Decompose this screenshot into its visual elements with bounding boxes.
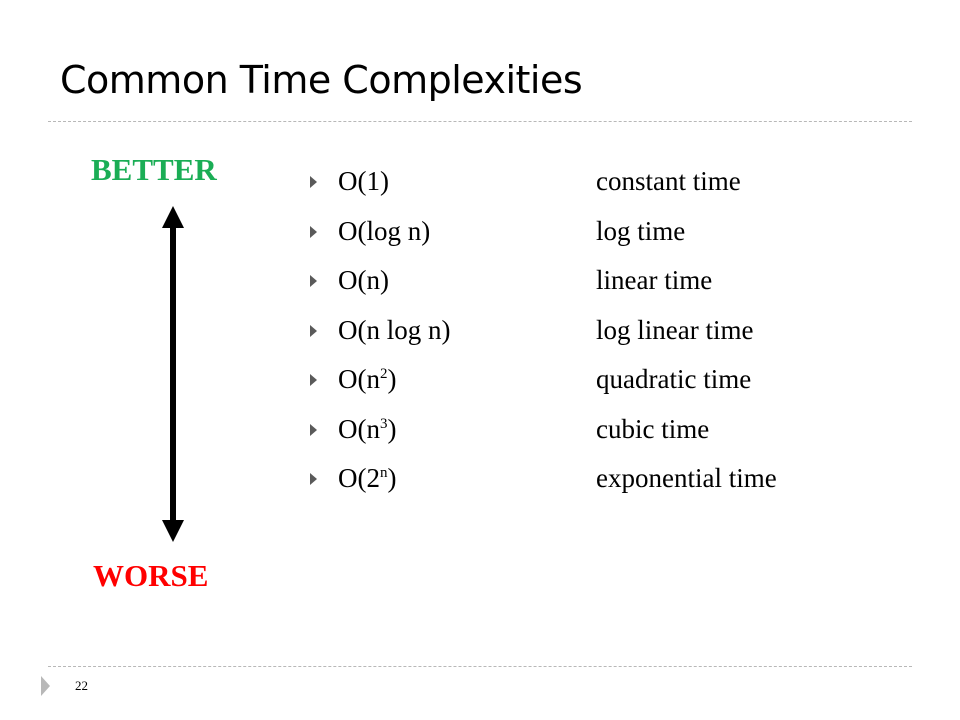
bottom-divider	[48, 666, 912, 667]
complexity-description: log time	[596, 215, 686, 246]
complexity-description: quadratic time	[596, 364, 752, 394]
complexity-description: cubic time	[596, 413, 710, 444]
double-arrow-icon	[162, 206, 184, 542]
page-marker-triangle-icon	[41, 676, 50, 696]
page-number: 22	[75, 678, 88, 693]
bullet-triangle-icon	[310, 423, 317, 436]
exponent: n	[380, 465, 388, 481]
bullet-triangle-icon	[310, 275, 317, 287]
complexity-description: linear time	[596, 265, 713, 295]
arrow-up-head	[162, 206, 184, 228]
better-label: BETTER	[91, 152, 217, 187]
complexity-description: constant time	[596, 166, 741, 196]
exponent: 3	[380, 415, 388, 432]
complexity-description: log linear time	[596, 314, 754, 345]
bullet-triangle-icon	[310, 324, 317, 337]
bullet-triangle-icon	[310, 176, 317, 188]
bullet-triangle-icon	[310, 473, 317, 485]
big-o-notation: O(n3)	[338, 413, 397, 444]
bullet-triangle-icon	[310, 374, 317, 386]
slide-title: Common Time Complexities	[60, 58, 583, 102]
exponent: 2	[380, 366, 388, 382]
bullet-triangle-icon	[310, 225, 317, 238]
big-o-notation: O(n)	[338, 265, 389, 295]
complexity-description: exponential time	[596, 463, 777, 493]
worse-label: WORSE	[93, 558, 209, 593]
big-o-notation: O(n log n)	[338, 314, 451, 345]
arrow-shaft	[170, 226, 176, 522]
top-divider	[48, 121, 912, 122]
big-o-notation: O(log n)	[338, 215, 431, 246]
big-o-notation: O(2n)	[338, 463, 397, 493]
big-o-notation: O(n2)	[338, 364, 397, 394]
arrow-down-head	[162, 520, 184, 542]
big-o-notation: O(1)	[338, 166, 389, 196]
